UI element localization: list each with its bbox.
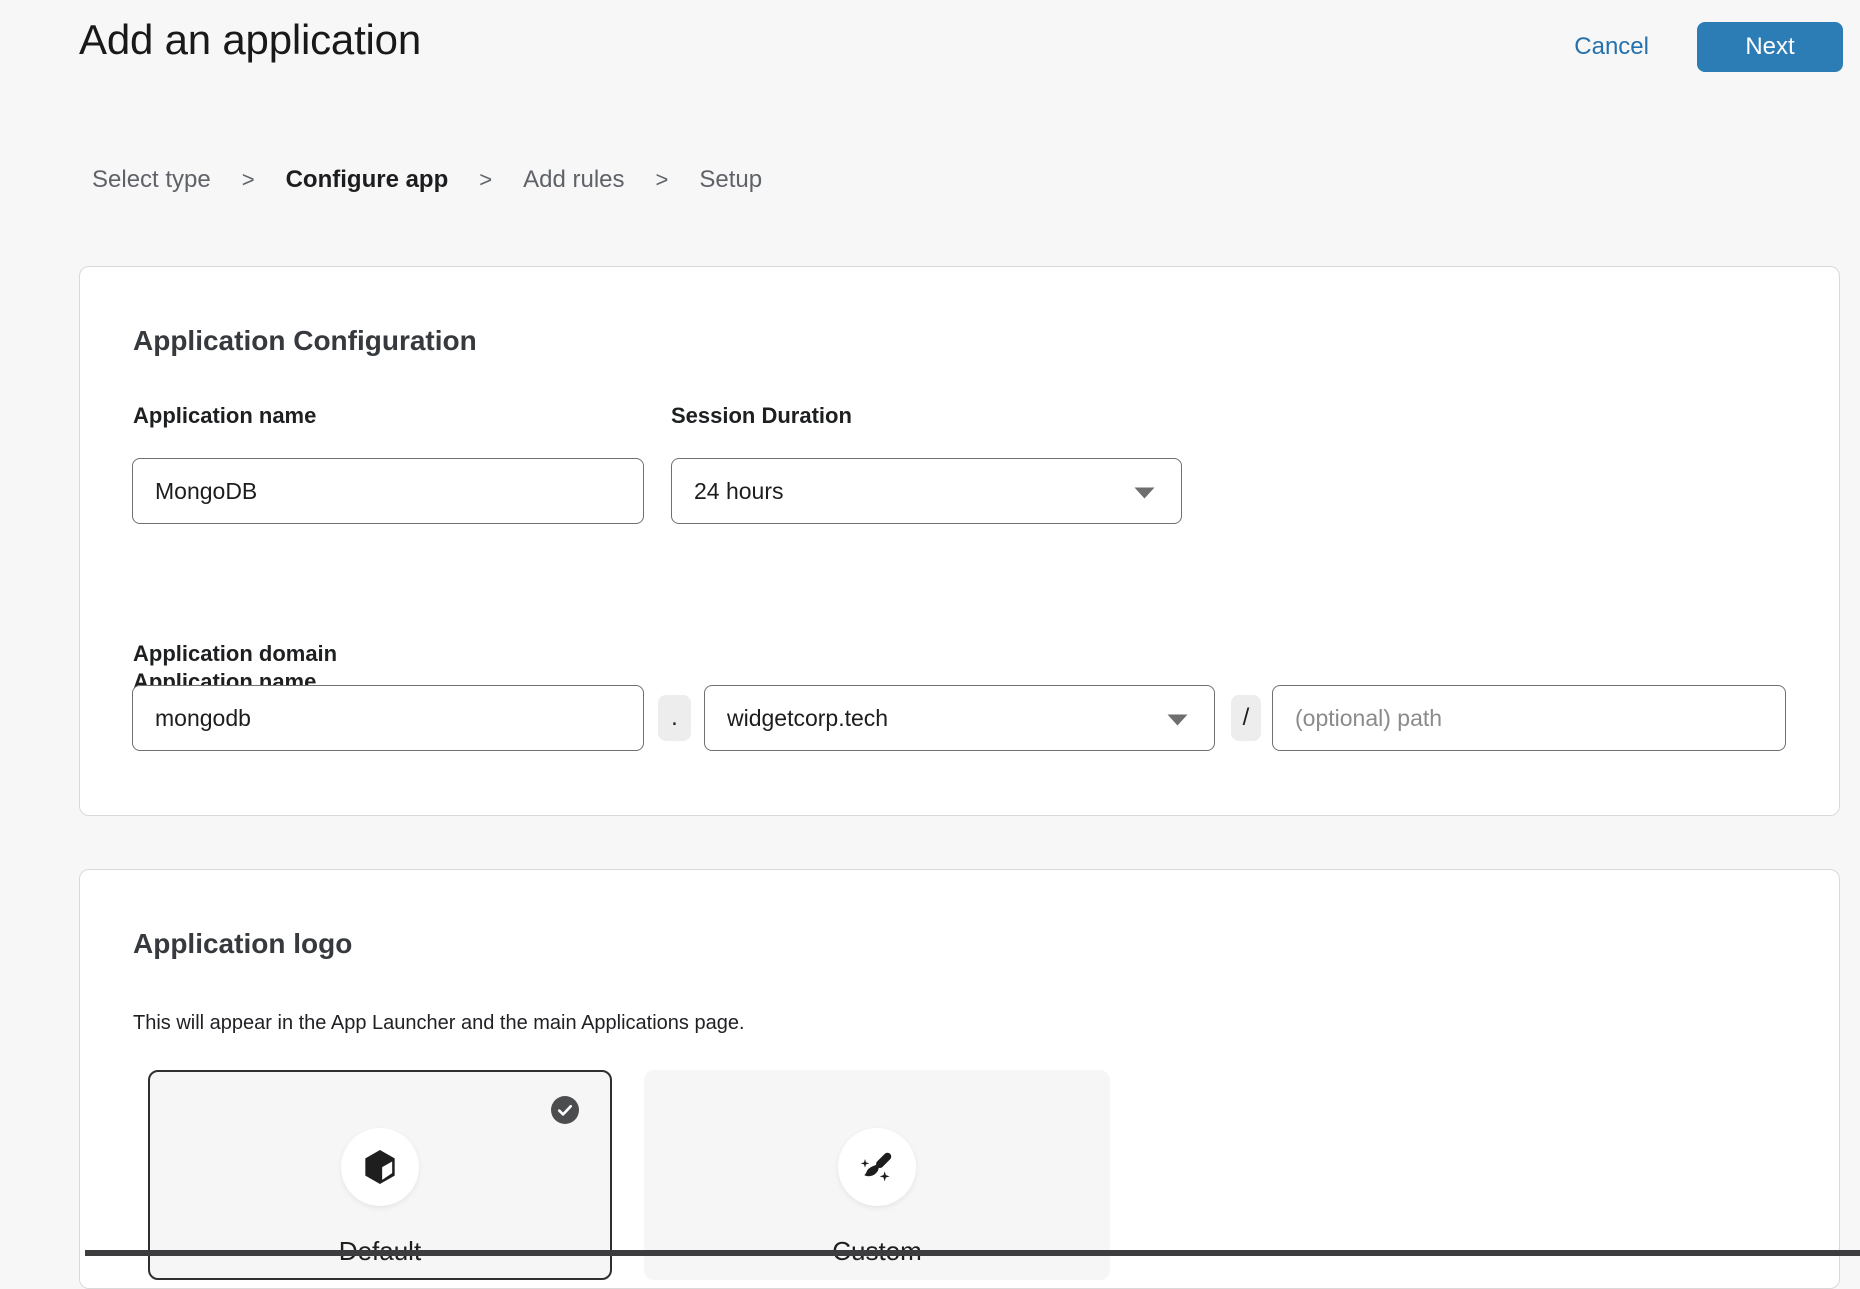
- breadcrumb-step-select-type[interactable]: Select type: [92, 166, 211, 194]
- breadcrumb-separator: >: [479, 167, 492, 193]
- next-button[interactable]: Next: [1697, 22, 1843, 72]
- application-logo-card: Application logo This will appear in the…: [79, 869, 1840, 1289]
- logo-option-custom[interactable]: Custom: [644, 1070, 1110, 1280]
- page-title: Add an application: [79, 16, 421, 64]
- breadcrumb-step-add-rules[interactable]: Add rules: [523, 166, 624, 194]
- application-domain-field-label: Application domain: [133, 641, 337, 667]
- application-name-input[interactable]: [132, 458, 644, 524]
- cube-icon: [360, 1147, 400, 1187]
- slash-separator: /: [1231, 695, 1261, 741]
- breadcrumb-separator: >: [656, 167, 669, 193]
- domain-select[interactable]: widgetcorp.tech: [704, 685, 1215, 751]
- selected-check-icon: [551, 1096, 579, 1124]
- application-name-field-label: Application name: [133, 403, 316, 429]
- breadcrumb-step-configure-app[interactable]: Configure app: [286, 166, 449, 194]
- domain-select-value: widgetcorp.tech: [727, 705, 888, 732]
- logo-card-description: This will appear in the App Launcher and…: [133, 1012, 745, 1035]
- bottom-edge-bar: [85, 1250, 1860, 1256]
- application-configuration-card: Application Configuration Application na…: [79, 266, 1840, 816]
- subdomain-input[interactable]: [132, 685, 644, 751]
- caret-down-icon: [1134, 487, 1155, 499]
- configuration-card-title: Application Configuration: [133, 325, 477, 357]
- default-logo-circle: [341, 1128, 419, 1206]
- header-actions: Cancel Next: [1574, 22, 1843, 72]
- paintbrush-icon: [857, 1147, 897, 1187]
- logo-card-title: Application logo: [133, 928, 352, 960]
- breadcrumb-separator: >: [242, 167, 255, 193]
- session-duration-select[interactable]: 24 hours: [671, 458, 1182, 524]
- caret-down-icon: [1167, 714, 1188, 726]
- breadcrumb: Select type > Configure app > Add rules …: [92, 166, 762, 194]
- breadcrumb-step-setup[interactable]: Setup: [699, 166, 762, 194]
- logo-option-default[interactable]: Default: [148, 1070, 612, 1280]
- cancel-button[interactable]: Cancel: [1574, 33, 1649, 61]
- path-input[interactable]: [1272, 685, 1786, 751]
- custom-logo-circle: [838, 1128, 916, 1206]
- session-duration-field-label: Session Duration: [671, 403, 852, 429]
- session-duration-value: 24 hours: [694, 478, 784, 505]
- dot-separator: .: [658, 695, 691, 741]
